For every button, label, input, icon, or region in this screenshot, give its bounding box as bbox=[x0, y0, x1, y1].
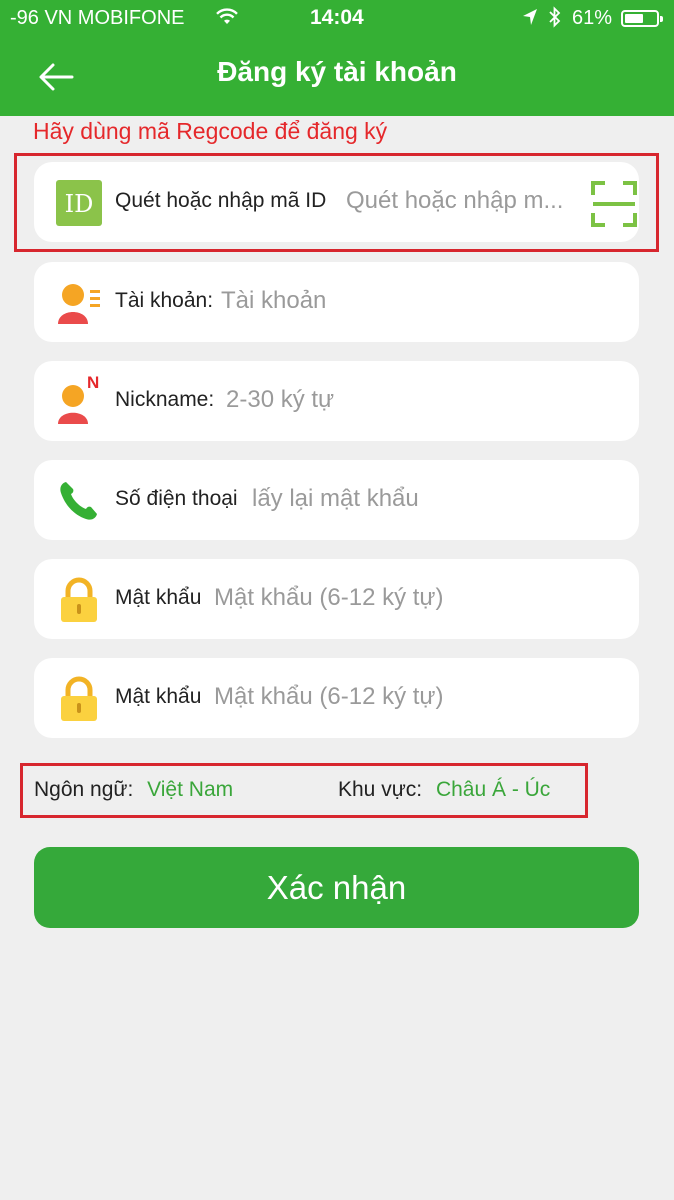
svg-text:ID: ID bbox=[65, 190, 94, 218]
wifi-icon bbox=[216, 8, 238, 24]
id-field[interactable]: ID Quét hoặc nhập mã ID bbox=[34, 162, 639, 242]
id-input[interactable] bbox=[346, 184, 584, 218]
account-input[interactable] bbox=[221, 284, 611, 318]
battery-icon bbox=[621, 10, 663, 27]
password-label: Mật khẩu bbox=[115, 586, 202, 609]
lock-icon bbox=[61, 676, 97, 721]
nickname-input[interactable] bbox=[226, 383, 611, 417]
password-input[interactable] bbox=[214, 581, 614, 615]
phone-label: Số điện thoại bbox=[115, 487, 238, 510]
app-header: -96 VN MOBIFONE 14:04 61% Đăng ký tài kh… bbox=[0, 0, 674, 116]
language-value[interactable]: Việt Nam bbox=[147, 778, 233, 801]
region-setting[interactable]: Khu vực: Châu Á - Úc bbox=[338, 778, 550, 802]
status-bar: -96 VN MOBIFONE 14:04 61% bbox=[0, 0, 674, 38]
qr-scan-icon[interactable] bbox=[591, 181, 637, 227]
nickname-label: Nickname: bbox=[115, 388, 215, 411]
password-confirm-input[interactable] bbox=[214, 680, 614, 714]
language-label: Ngôn ngữ: bbox=[34, 778, 134, 801]
password-confirm-field[interactable]: Mật khẩu bbox=[34, 658, 639, 738]
account-field[interactable]: Tài khoản: bbox=[34, 262, 639, 342]
id-field-label: Quét hoặc nhập mã ID bbox=[115, 189, 327, 212]
password-field[interactable]: Mật khẩu bbox=[34, 559, 639, 639]
confirm-button[interactable]: Xác nhận bbox=[34, 847, 639, 928]
nickname-field[interactable]: N Nickname: bbox=[34, 361, 639, 441]
phone-input[interactable] bbox=[252, 482, 612, 516]
lock-icon bbox=[61, 577, 97, 622]
region-label: Khu vực: bbox=[338, 778, 423, 801]
page-title: Đăng ký tài khoản bbox=[217, 56, 457, 87]
location-arrow-icon bbox=[523, 9, 537, 25]
carrier-label: -96 VN MOBIFONE bbox=[10, 7, 185, 29]
account-label: Tài khoản: bbox=[115, 289, 214, 312]
regcode-hint: Hãy dùng mã Regcode để đăng ký bbox=[33, 118, 388, 144]
password-confirm-label: Mật khẩu bbox=[115, 685, 202, 708]
phone-icon bbox=[60, 482, 97, 520]
battery-percent: 61% bbox=[572, 7, 613, 29]
phone-field[interactable]: Số điện thoại bbox=[34, 460, 639, 540]
clock: 14:04 bbox=[310, 6, 364, 29]
region-value[interactable]: Châu Á - Úc bbox=[436, 778, 550, 801]
id-badge-icon: ID bbox=[56, 180, 102, 226]
nickname-badge: N bbox=[87, 373, 100, 392]
bluetooth-icon bbox=[549, 6, 561, 28]
user-list-icon bbox=[58, 284, 100, 324]
language-setting[interactable]: Ngôn ngữ: Việt Nam bbox=[34, 778, 233, 802]
